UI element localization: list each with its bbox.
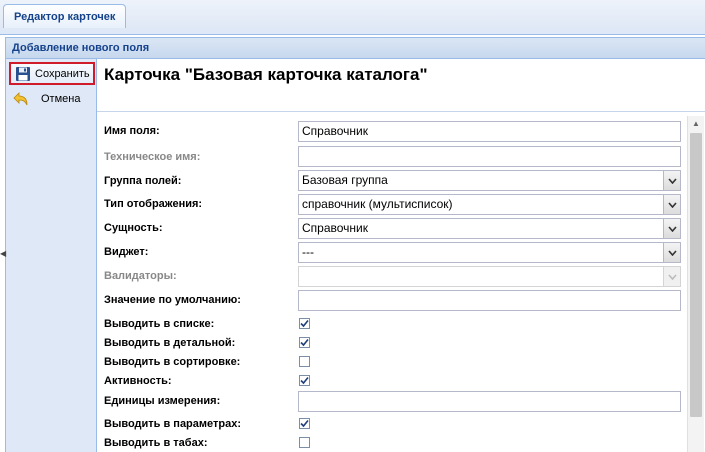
units-input[interactable]: [298, 391, 681, 412]
vertical-scrollbar[interactable]: ▲: [687, 116, 704, 452]
display-type-select[interactable]: справочник (мультисписок): [298, 194, 681, 215]
panel-title: Добавление нового поля: [5, 37, 705, 59]
field-group-select[interactable]: Базовая группа: [298, 170, 681, 191]
cancel-button[interactable]: Отмена: [13, 89, 93, 109]
show-in-list-checkbox[interactable]: [299, 318, 310, 329]
tech-name-label: Техническое имя:: [104, 151, 201, 163]
checkmark-icon: [300, 376, 309, 385]
floppy-disk-icon: [16, 66, 30, 81]
sidebar-toolbar: [5, 59, 97, 452]
save-button-label: Сохранить: [35, 67, 90, 80]
default-value-label: Значение по умолчанию:: [104, 294, 241, 306]
widget-label: Виджет:: [104, 246, 149, 258]
active-checkbox[interactable]: [299, 375, 310, 386]
cancel-button-label: Отмена: [41, 93, 81, 105]
show-in-sort-label: Выводить в сортировке:: [104, 356, 241, 368]
validators-label: Валидаторы:: [104, 270, 177, 282]
field-group-label: Группа полей:: [104, 175, 182, 187]
show-in-detail-label: Выводить в детальной:: [104, 337, 236, 349]
undo-arrow-icon: [13, 92, 28, 106]
show-in-tabs-label: Выводить в табах:: [104, 437, 208, 449]
save-button[interactable]: Сохранить: [9, 62, 95, 85]
show-in-tabs-checkbox[interactable]: [299, 437, 310, 448]
show-in-params-label: Выводить в параметрах:: [104, 418, 242, 430]
widget-value: ---: [302, 245, 314, 259]
collapse-arrow-icon[interactable]: ◀: [0, 249, 6, 258]
checkmark-icon: [300, 338, 309, 347]
entity-value: Справочник: [302, 221, 368, 235]
scrollbar-thumb[interactable]: [690, 133, 702, 417]
field-group-value: Базовая группа: [302, 173, 388, 187]
validators-select: [298, 266, 681, 287]
field-name-label: Имя поля:: [104, 125, 160, 137]
chevron-down-icon: [663, 267, 680, 286]
units-label: Единицы измерения:: [104, 395, 221, 407]
chevron-down-icon[interactable]: [663, 243, 680, 262]
page-title: Карточка "Базовая карточка каталога": [104, 65, 428, 84]
show-in-list-label: Выводить в списке:: [104, 318, 215, 330]
entity-label: Сущность:: [104, 222, 163, 234]
tab-strip: [0, 29, 705, 35]
tech-name-input[interactable]: [298, 146, 681, 167]
active-label: Активность:: [104, 375, 172, 387]
tab-bar: Редактор карточек: [0, 0, 705, 30]
show-in-sort-checkbox[interactable]: [299, 356, 310, 367]
scroll-up-icon[interactable]: ▲: [688, 116, 704, 132]
checkmark-icon: [300, 319, 309, 328]
widget-select[interactable]: ---: [298, 242, 681, 263]
field-name-input[interactable]: Справочник: [298, 121, 681, 142]
checkmark-icon: [300, 419, 309, 428]
entity-select[interactable]: Справочник: [298, 218, 681, 239]
display-type-value: справочник (мультисписок): [302, 197, 453, 211]
chevron-down-icon[interactable]: [663, 195, 680, 214]
show-in-params-checkbox[interactable]: [299, 418, 310, 429]
chevron-down-icon[interactable]: [663, 219, 680, 238]
display-type-label: Тип отображения:: [104, 198, 203, 210]
tab-card-editor[interactable]: Редактор карточек: [3, 4, 127, 28]
chevron-down-icon[interactable]: [663, 171, 680, 190]
default-value-input[interactable]: [298, 290, 681, 311]
divider: [97, 111, 705, 112]
show-in-detail-checkbox[interactable]: [299, 337, 310, 348]
